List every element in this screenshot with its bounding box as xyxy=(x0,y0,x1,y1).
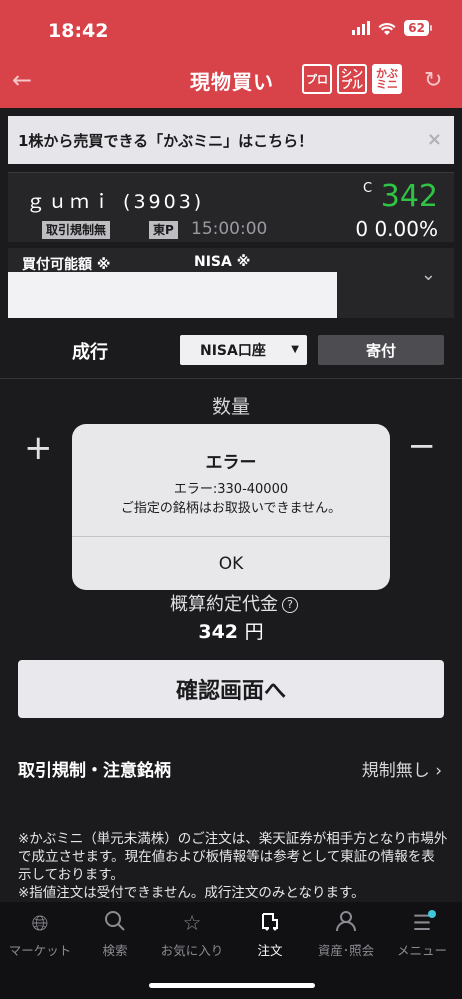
estimate-label: 概算約定代金? xyxy=(170,590,298,616)
order-type-label: 成行 xyxy=(72,342,108,363)
person-icon xyxy=(306,910,386,936)
nisa-label: NISA ※ xyxy=(194,254,251,270)
signal-icon xyxy=(352,21,371,35)
notification-dot xyxy=(428,910,436,918)
stock-time: 15:00:00 xyxy=(191,219,268,239)
notes: ※かぶミニ（単元未満株）のご注文は、楽天証券が相手方となり市場外で成立させます。… xyxy=(18,830,448,902)
page-title: 現物買い xyxy=(190,70,274,94)
stock-name: ｇｕｍｉ (3903) xyxy=(26,191,205,213)
market-tag: 東P xyxy=(149,221,178,239)
divider xyxy=(0,378,462,379)
nav-item-favorites[interactable]: ☆ お気に入り xyxy=(152,910,232,959)
nav-item-search[interactable]: 検索 xyxy=(75,910,155,959)
home-indicator[interactable] xyxy=(149,983,315,988)
stock-price: 342 xyxy=(380,179,438,214)
mode-simple-button[interactable]: シン プル xyxy=(337,64,367,94)
nav-item-menu[interactable]: ☰ メニュー xyxy=(382,910,462,959)
buying-power-value-box xyxy=(8,272,337,318)
quantity-plus-button[interactable]: + xyxy=(24,428,53,468)
wifi-icon xyxy=(378,21,396,35)
chevron-down-icon[interactable]: ⌄ xyxy=(421,264,436,285)
regulation-value-link[interactable]: 規制無し › xyxy=(362,756,442,781)
caret-down-icon: ▼ xyxy=(291,344,299,355)
nav-item-market[interactable]: 🌐︎ マーケット xyxy=(0,910,80,959)
account-select-value: NISA口座 xyxy=(200,343,266,359)
stock-change: 0 0.00% xyxy=(355,217,438,241)
dialog-ok-button[interactable]: OK xyxy=(72,537,390,590)
back-arrow-icon[interactable]: ← xyxy=(12,66,32,94)
mode-kabumini-label: かぶ ミニ xyxy=(376,67,398,91)
quantity-label: 数量 xyxy=(211,396,250,418)
nav-item-order[interactable]: 注文 xyxy=(230,910,310,959)
note-item: ※かぶミニ（単元未満株）のご注文は、楽天証券が相手方となり市場外で成立させます。… xyxy=(18,831,448,883)
regulation-tag: 取引規制無 xyxy=(42,221,111,239)
account-select[interactable]: NISA口座 ▼ xyxy=(180,335,307,365)
mode-simple-label: シン プル xyxy=(341,67,363,91)
battery-level: 62 xyxy=(404,20,429,36)
dialog-error-code: エラー:330-40000 xyxy=(173,482,289,497)
estimate-value: 342 円 xyxy=(198,621,264,643)
buying-power-label: 買付可能額 ※ xyxy=(22,257,111,273)
timing-opening-button[interactable]: 寄付 xyxy=(318,335,444,365)
star-icon: ☆ xyxy=(182,911,202,935)
battery-icon: 62 xyxy=(404,20,432,36)
quantity-minus-button[interactable]: − xyxy=(408,426,437,466)
refresh-icon[interactable]: ↻ xyxy=(424,68,442,93)
price-mark: C xyxy=(363,181,373,196)
confirm-button[interactable]: 確認画面へ xyxy=(18,660,444,718)
dialog-title: エラー xyxy=(205,453,257,473)
status-time: 18:42 xyxy=(48,20,109,42)
close-icon[interactable]: × xyxy=(427,129,442,150)
mode-kabumini-button[interactable]: かぶ ミニ xyxy=(372,64,402,94)
globe-icon: 🌐︎ xyxy=(31,911,49,935)
status-icons: 62 xyxy=(352,20,432,36)
mode-pro-label: プロ xyxy=(306,72,328,86)
buying-power-panel[interactable]: 買付可能額 ※ NISA ※ ⌄ xyxy=(8,248,454,318)
search-icon xyxy=(75,910,155,936)
nav-item-assets[interactable]: 資産･照会 xyxy=(306,910,386,959)
note-item: ※指値注文は受付できません。成行注文のみとなります。 xyxy=(18,885,365,901)
mode-pro-button[interactable]: プロ xyxy=(302,64,332,94)
regulation-label: 取引規制・注意銘柄 xyxy=(18,761,171,781)
banner-text: 1株から売買できる「かぶミニ」はこちら！ xyxy=(18,131,314,150)
menu-icon: ☰ xyxy=(412,911,432,935)
stock-card: ｇｕｍｉ (3903) C 342 取引規制無 東P 15:00:00 0 0.… xyxy=(8,172,454,242)
dialog-message: ご指定の銘柄はお取扱いできません。 xyxy=(120,501,342,516)
kabumini-banner[interactable]: 1株から売買できる「かぶミニ」はこちら！ × xyxy=(8,116,454,164)
error-dialog: エラー エラー:330-40000 ご指定の銘柄はお取扱いできません。 OK xyxy=(72,424,390,590)
order-icon xyxy=(230,910,310,936)
info-icon[interactable]: ? xyxy=(282,597,298,613)
